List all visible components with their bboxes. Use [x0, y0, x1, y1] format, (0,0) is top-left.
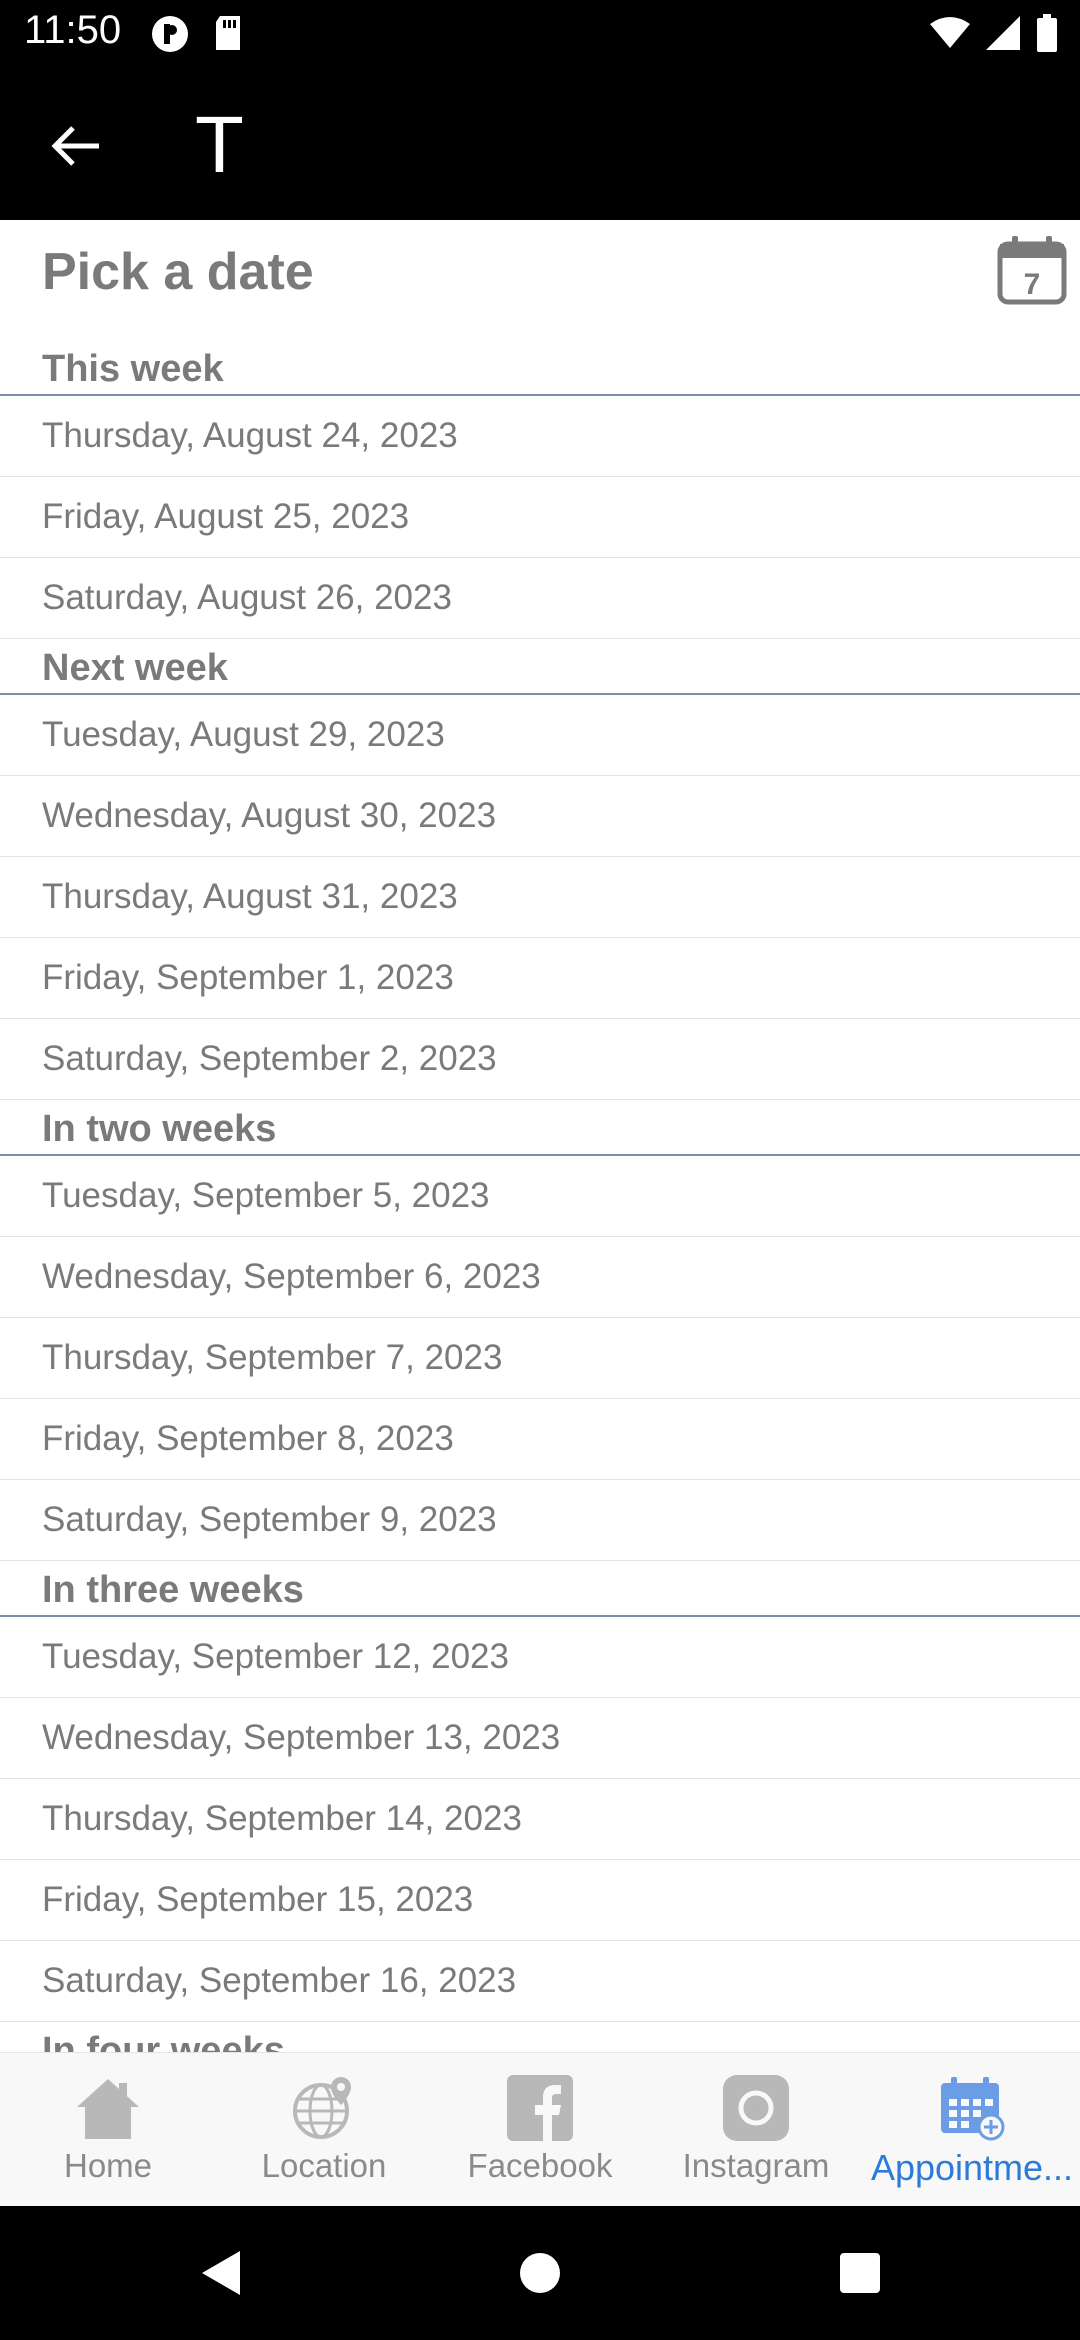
date-row[interactable]: Tuesday, August 29, 2023	[0, 695, 1080, 776]
nav-instagram[interactable]: Instagram	[648, 2053, 864, 2207]
wifi-icon	[930, 16, 970, 55]
date-row[interactable]: Friday, September 15, 2023	[0, 1860, 1080, 1941]
nav-facebook[interactable]: Facebook	[432, 2053, 648, 2207]
date-row[interactable]: Saturday, September 2, 2023	[0, 1019, 1080, 1100]
square-recents-icon	[840, 2253, 880, 2293]
date-row[interactable]: Friday, August 25, 2023	[0, 477, 1080, 558]
date-row[interactable]: Wednesday, September 6, 2023	[0, 1237, 1080, 1318]
date-row[interactable]: Thursday, September 14, 2023	[0, 1779, 1080, 1860]
date-row[interactable]: Thursday, August 24, 2023	[0, 396, 1080, 477]
date-row[interactable]: Saturday, August 26, 2023	[0, 558, 1080, 639]
date-row[interactable]: Thursday, August 31, 2023	[0, 857, 1080, 938]
date-row[interactable]: Saturday, September 9, 2023	[0, 1480, 1080, 1561]
nav-label: Home	[63, 2147, 153, 2184]
date-row[interactable]: Thursday, September 7, 2023	[0, 1318, 1080, 1399]
date-row[interactable]: Tuesday, September 12, 2023	[0, 1617, 1080, 1698]
section-header: Next week	[0, 639, 1080, 695]
nav-home[interactable]: Home	[0, 2053, 216, 2207]
section-in-two-weeks: In two weeks Tuesday, September 5, 2023 …	[0, 1100, 1080, 1561]
section-header: In two weeks	[0, 1100, 1080, 1156]
nav-label: Instagram	[682, 2147, 830, 2184]
date-picker-content: Pick a date 7 This week Thursday, August…	[0, 220, 1080, 2052]
globe-location-icon	[293, 2077, 351, 2139]
nav-label: Appointme...	[870, 2147, 1074, 2188]
section-header: This week	[0, 340, 1080, 396]
calendar-icon: 7	[997, 236, 1067, 305]
home-icon	[77, 2079, 139, 2139]
date-row[interactable]: Friday, September 8, 2023	[0, 1399, 1080, 1480]
section-in-three-weeks: In three weeks Tuesday, September 12, 20…	[0, 1561, 1080, 2022]
triangle-back-icon	[202, 2251, 240, 2295]
app-notification-icon	[150, 14, 190, 59]
svg-text:7: 7	[1024, 268, 1041, 301]
date-row[interactable]: Wednesday, August 30, 2023	[0, 776, 1080, 857]
nav-label: Facebook	[467, 2147, 613, 2184]
app-title: T	[195, 100, 244, 189]
instagram-icon	[723, 2075, 789, 2141]
status-bar: 11:50	[0, 0, 1080, 66]
facebook-icon	[507, 2075, 573, 2141]
bottom-nav: Home Location Facebook Instagram Appoint…	[0, 2052, 1080, 2207]
page-title: Pick a date	[42, 243, 314, 301]
section-in-four-weeks: In four weeks	[0, 2022, 1080, 2052]
nav-location[interactable]: Location	[216, 2053, 432, 2207]
date-row[interactable]: Friday, September 1, 2023	[0, 938, 1080, 1019]
circle-home-icon	[520, 2253, 560, 2293]
nav-appointments[interactable]: Appointme...	[864, 2053, 1080, 2207]
section-this-week: This week Thursday, August 24, 2023 Frid…	[0, 340, 1080, 639]
status-time: 11:50	[24, 8, 122, 52]
calendar-button[interactable]: 7	[996, 234, 1068, 306]
calendar-add-icon	[941, 2077, 1005, 2141]
section-header: In three weeks	[0, 1561, 1080, 1617]
date-row[interactable]: Saturday, September 16, 2023	[0, 1941, 1080, 2022]
arrow-back-icon	[51, 126, 99, 166]
date-list: This week Thursday, August 24, 2023 Frid…	[0, 340, 1080, 2052]
system-recents-button[interactable]	[700, 2252, 1020, 2294]
app-bar: T	[0, 66, 1080, 220]
date-row[interactable]: Tuesday, September 5, 2023	[0, 1156, 1080, 1237]
system-nav-bar	[0, 2206, 1080, 2340]
nav-label: Location	[261, 2147, 387, 2184]
system-home-button[interactable]	[380, 2252, 700, 2294]
back-button[interactable]	[40, 116, 110, 176]
section-header: In four weeks	[0, 2022, 1080, 2052]
status-right-icons	[930, 14, 1058, 57]
section-next-week: Next week Tuesday, August 29, 2023 Wedne…	[0, 639, 1080, 1100]
system-back-button[interactable]	[60, 2249, 380, 2297]
sd-card-icon	[212, 14, 244, 59]
date-row[interactable]: Wednesday, September 13, 2023	[0, 1698, 1080, 1779]
battery-icon	[1036, 14, 1058, 57]
status-left-icons	[150, 14, 244, 59]
signal-icon	[986, 16, 1020, 55]
